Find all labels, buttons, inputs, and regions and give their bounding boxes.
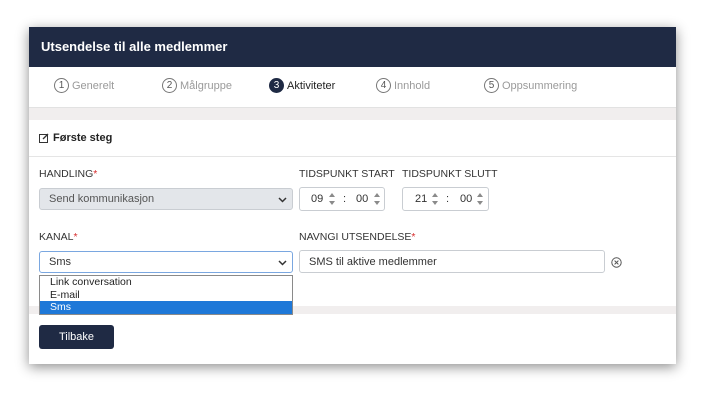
card-title-text: Første steg <box>53 132 113 144</box>
end-time-picker[interactable]: 21 : 00 <box>402 187 489 211</box>
end-minute[interactable]: 00 <box>460 193 472 205</box>
kanal-label-text: KANAL <box>39 231 74 243</box>
kanal-option-sms[interactable]: Sms <box>40 301 292 314</box>
kanal-dropdown-list: Link conversation E-mail Sms <box>39 275 293 315</box>
clear-circle-x-icon[interactable] <box>611 257 622 268</box>
step-aktiviteter[interactable]: 3 Aktiviteter <box>269 78 335 93</box>
end-minute-spinner-icon[interactable] <box>476 191 484 207</box>
navngi-label: NAVNGI UTSENDELSE* <box>299 231 416 243</box>
required-mark: * <box>411 231 416 243</box>
handling-label: HANDLING* <box>39 168 97 180</box>
step-number: 4 <box>376 78 391 93</box>
end-hour-spinner-icon[interactable] <box>431 191 439 207</box>
start-time-picker[interactable]: 09 : 00 <box>299 187 385 211</box>
card-title: Første steg <box>39 132 112 144</box>
required-mark: * <box>93 168 98 180</box>
time-separator: : <box>446 193 450 205</box>
dialog-header: Utsendelse til alle medlemmer <box>29 27 676 67</box>
wizard-steps: 1 Generelt 2 Målgruppe 3 Aktiviteter 4 I… <box>29 67 676 108</box>
kanal-select-value: Sms <box>49 256 71 268</box>
step-generelt[interactable]: 1 Generelt <box>54 78 114 93</box>
end-label: TIDSPUNKT SLUTT <box>402 168 498 180</box>
dialog-frame: Utsendelse til alle medlemmer 1 Generelt… <box>29 27 676 364</box>
back-button[interactable]: Tilbake <box>39 325 114 349</box>
kanal-option-email[interactable]: E-mail <box>40 289 292 302</box>
step-label: Målgruppe <box>180 79 232 92</box>
chevron-down-icon <box>278 260 287 266</box>
start-minute[interactable]: 00 <box>356 193 368 205</box>
step-label: Generelt <box>72 79 115 92</box>
step-number: 2 <box>162 78 177 93</box>
step-label: Oppsummering <box>502 79 578 92</box>
start-hour[interactable]: 09 <box>311 193 323 205</box>
step-number: 1 <box>54 78 69 93</box>
dialog-title: Utsendelse til alle medlemmer <box>41 39 228 54</box>
handling-label-text: HANDLING <box>39 168 94 180</box>
navngi-input[interactable]: SMS til aktive medlemmer <box>299 250 605 273</box>
end-hour[interactable]: 21 <box>415 193 427 205</box>
step-label: Innhold <box>394 79 431 92</box>
kanal-select[interactable]: Sms <box>39 251 293 273</box>
step-number: 3 <box>269 78 284 93</box>
required-mark: * <box>73 231 78 243</box>
step-innhold[interactable]: 4 Innhold <box>376 78 430 93</box>
step-number: 5 <box>484 78 499 93</box>
chevron-down-icon <box>278 197 287 203</box>
time-separator: : <box>343 193 347 205</box>
navngi-label-text: NAVNGI UTSENDELSE <box>299 231 412 243</box>
navngi-input-value: SMS til aktive medlemmer <box>309 255 437 268</box>
kanal-label: KANAL* <box>39 231 78 243</box>
step-malgruppe[interactable]: 2 Målgruppe <box>162 78 232 93</box>
step-oppsummering[interactable]: 5 Oppsummering <box>484 78 577 93</box>
kanal-option-link-conversation[interactable]: Link conversation <box>40 276 292 289</box>
step-label: Aktiviteter <box>287 79 336 92</box>
card-header: Første steg <box>29 120 676 157</box>
start-hour-spinner-icon[interactable] <box>328 191 336 207</box>
dialog-footer: Tilbake <box>29 314 676 364</box>
start-minute-spinner-icon[interactable] <box>373 191 381 207</box>
edit-icon <box>39 133 49 143</box>
start-label: TIDSPUNKT START <box>299 168 395 180</box>
handling-select-value: Send kommunikasjon <box>49 193 155 205</box>
handling-select[interactable]: Send kommunikasjon <box>39 188 293 210</box>
